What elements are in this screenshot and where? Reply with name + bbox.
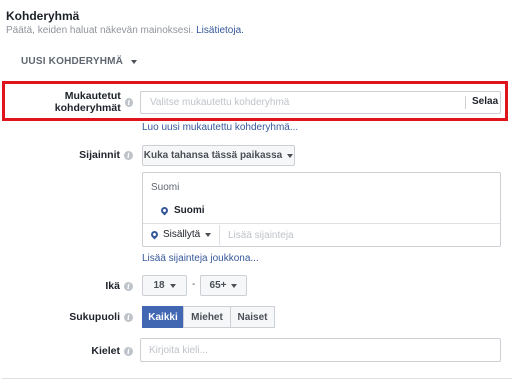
new-audience-label: UUSI KOHDERYHMÄ (21, 56, 124, 67)
language-placeholder: Kirjoita kieli... (149, 345, 208, 356)
location-type-value: Kuka tahansa tässä paikassa (143, 150, 283, 161)
languages-label: Kielet (91, 345, 120, 357)
section-title: Kohderyhmä (6, 9, 80, 23)
subtitle-text: Päätä, keiden haluat näkevän mainoksesi. (6, 25, 194, 36)
location-type-dropdown[interactable]: Kuka tahansa tässä paikassa (142, 145, 295, 166)
info-icon[interactable]: i (124, 97, 133, 107)
custom-audiences-label-row: Mukautetut kohderyhmät i (6, 90, 133, 114)
age-min-dropdown[interactable]: 18 (142, 275, 187, 296)
age-min-value: 18 (153, 280, 165, 291)
custom-audience-placeholder: Valitse mukautettu kohderyhmä (150, 97, 290, 108)
include-label: Sisällytä (163, 229, 201, 240)
age-label-row: Ikä i (6, 279, 133, 293)
gender-label: Sukupuoli (69, 311, 120, 323)
chevron-down-icon (231, 283, 238, 288)
custom-audience-input[interactable]: Valitse mukautettu kohderyhmä Selaa (140, 91, 501, 114)
divider (465, 96, 466, 109)
age-max-dropdown[interactable]: 65+ (200, 275, 247, 296)
chevron-down-icon (169, 283, 176, 288)
age-max-value: 65+ (209, 280, 227, 291)
age-separator: - (192, 279, 196, 290)
languages-label-row: Kielet i (6, 344, 133, 358)
selected-location[interactable]: Suomi (159, 205, 205, 216)
divider (219, 225, 220, 245)
location-pin-icon (159, 205, 170, 216)
section-subtitle: Päätä, keiden haluat näkevän mainoksesi.… (6, 25, 244, 36)
country-header: Suomi (151, 182, 180, 193)
locations-label: Sijainnit (79, 149, 120, 161)
browse-button[interactable]: Selaa (472, 96, 498, 107)
divider (143, 223, 500, 224)
location-search-input[interactable]: Lisää sijainteja (228, 230, 294, 241)
age-label: Ikä (105, 280, 120, 292)
gender-option-women[interactable]: Naiset (230, 306, 275, 328)
gender-option-all[interactable]: Kaikki (142, 306, 184, 328)
bulk-locations-link[interactable]: Lisää sijainteja joukkona... (142, 253, 259, 264)
divider (2, 378, 512, 379)
gender-selector: Kaikki Miehet Naiset (142, 306, 275, 328)
info-icon[interactable]: i (124, 346, 133, 356)
info-icon[interactable]: i (124, 312, 133, 322)
custom-audiences-label: Mukautetut kohderyhmät (54, 90, 121, 114)
info-icon[interactable]: i (124, 281, 133, 291)
gender-option-men[interactable]: Miehet (183, 306, 231, 328)
create-custom-audience-link[interactable]: Luo uusi mukautettu kohderyhmä... (142, 122, 298, 133)
info-icon[interactable]: i (124, 150, 133, 160)
location-pin-icon (149, 229, 160, 240)
locations-label-row: Sijainnit i (6, 148, 133, 162)
new-audience-dropdown[interactable]: UUSI KOHDERYHMÄ (21, 56, 138, 67)
include-dropdown[interactable]: Sisällytä (149, 229, 212, 240)
location-box: Suomi Suomi Sisällytä Lisää sijainteja (142, 172, 501, 247)
language-input[interactable]: Kirjoita kieli... (140, 338, 501, 362)
chevron-down-icon (131, 59, 138, 64)
chevron-down-icon (205, 232, 212, 237)
selected-location-name: Suomi (174, 205, 205, 216)
chevron-down-icon (287, 153, 294, 158)
gender-label-row: Sukupuoli i (6, 310, 133, 324)
learn-more-link[interactable]: Lisätietoja. (196, 25, 244, 36)
